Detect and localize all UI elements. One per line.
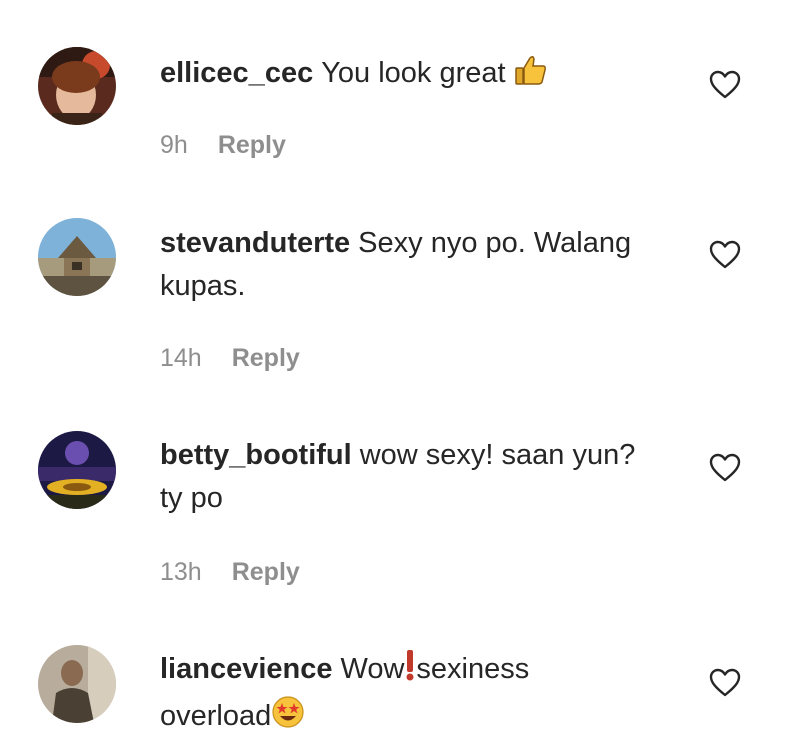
comment-meta: 13h Reply [160, 558, 300, 587]
heart-outline-icon[interactable] [709, 668, 741, 698]
reply-button[interactable]: Reply [218, 131, 286, 159]
comment-time: 14h [160, 344, 202, 372]
comment-text: liancevience Wow sexiness overload [160, 648, 640, 742]
avatar[interactable] [38, 218, 116, 296]
comment-username[interactable]: liancevience [160, 653, 333, 685]
star-struck-face-icon [271, 695, 305, 742]
avatar[interactable] [38, 431, 116, 509]
comment-text: betty_bootiful wow sexy! saan yun? ty po [160, 434, 640, 520]
comment-text: stevanduterte Sexy nyo po. Walang kupas. [160, 222, 640, 308]
avatar[interactable] [38, 645, 116, 723]
comment-time: 13h [160, 558, 202, 586]
comment-username[interactable]: ellicec_cec [160, 57, 313, 89]
heart-outline-icon[interactable] [709, 240, 741, 270]
reply-button[interactable]: Reply [232, 558, 300, 586]
comment-username[interactable]: betty_bootiful [160, 439, 352, 471]
comment-body: Wow [340, 653, 405, 685]
comment-body: You look great [321, 57, 506, 89]
comment-meta: 14h Reply [160, 344, 300, 373]
comment-username[interactable]: stevanduterte [160, 227, 350, 259]
exclamation-mark-icon [404, 648, 416, 695]
comment-meta: 9h Reply [160, 131, 286, 160]
comment-text: ellicec_cec You look great [160, 52, 640, 99]
reply-button[interactable]: Reply [232, 344, 300, 372]
avatar[interactable] [38, 47, 116, 125]
comment-time: 9h [160, 131, 188, 159]
heart-outline-icon[interactable] [709, 453, 741, 483]
thumbs-up-icon [514, 54, 548, 99]
heart-outline-icon[interactable] [709, 70, 741, 100]
